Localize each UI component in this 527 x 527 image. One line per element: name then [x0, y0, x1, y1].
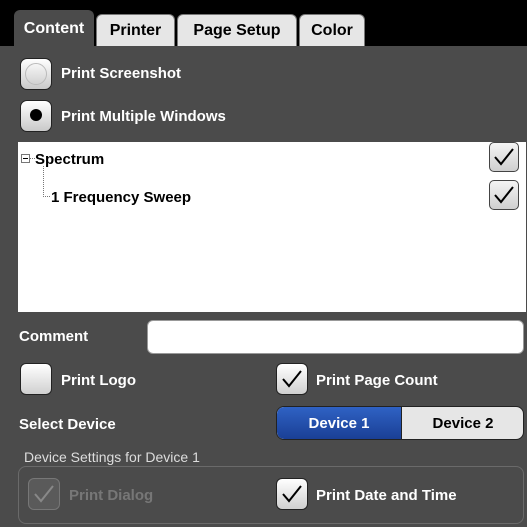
- print-screenshot-radio[interactable]: [20, 58, 52, 90]
- comment-label: Comment: [19, 328, 89, 345]
- device-1-button[interactable]: Device 1: [277, 407, 402, 439]
- device-selector: Device 1 Device 2: [276, 406, 524, 440]
- print-date-time-label: Print Date and Time: [316, 487, 457, 504]
- tab-page-setup[interactable]: Page Setup: [177, 14, 297, 46]
- window-tree: Spectrum 1 Frequency Sweep: [18, 142, 526, 312]
- frequency-sweep-checkbox[interactable]: [489, 180, 519, 210]
- tree-item-spectrum[interactable]: Spectrum: [35, 151, 104, 168]
- tree-item-frequency-sweep[interactable]: 1 Frequency Sweep: [51, 189, 191, 206]
- tab-content[interactable]: Content: [14, 10, 94, 46]
- checkmark-icon: [34, 485, 54, 503]
- print-logo-label: Print Logo: [61, 372, 136, 389]
- print-logo-checkbox[interactable]: [20, 363, 52, 395]
- radio-selected-dot-icon: [30, 109, 42, 121]
- select-device-label: Select Device: [19, 416, 116, 433]
- checkmark-icon: [494, 148, 514, 166]
- checkmark-icon: [494, 186, 514, 204]
- print-dialog-checkbox[interactable]: [28, 478, 60, 510]
- tab-bar: Content Printer Page Setup Color: [0, 0, 527, 46]
- device-settings-title: Device Settings for Device 1: [24, 449, 200, 465]
- comment-input[interactable]: [147, 320, 524, 354]
- print-multiple-windows-radio[interactable]: [20, 100, 52, 132]
- print-multiple-windows-label: Print Multiple Windows: [61, 108, 226, 125]
- spectrum-checkbox[interactable]: [489, 142, 519, 172]
- print-dialog-label: Print Dialog: [69, 487, 154, 504]
- tab-printer[interactable]: Printer: [96, 14, 175, 46]
- checkmark-icon: [282, 485, 302, 503]
- device-2-button[interactable]: Device 2: [401, 407, 523, 439]
- print-screenshot-label: Print Screenshot: [61, 65, 182, 82]
- radio-ring-icon: [25, 63, 47, 85]
- tab-color[interactable]: Color: [299, 14, 365, 46]
- print-date-time-checkbox[interactable]: [276, 478, 308, 510]
- print-page-count-checkbox[interactable]: [276, 363, 308, 395]
- checkmark-icon: [282, 370, 302, 388]
- print-page-count-label: Print Page Count: [316, 372, 438, 389]
